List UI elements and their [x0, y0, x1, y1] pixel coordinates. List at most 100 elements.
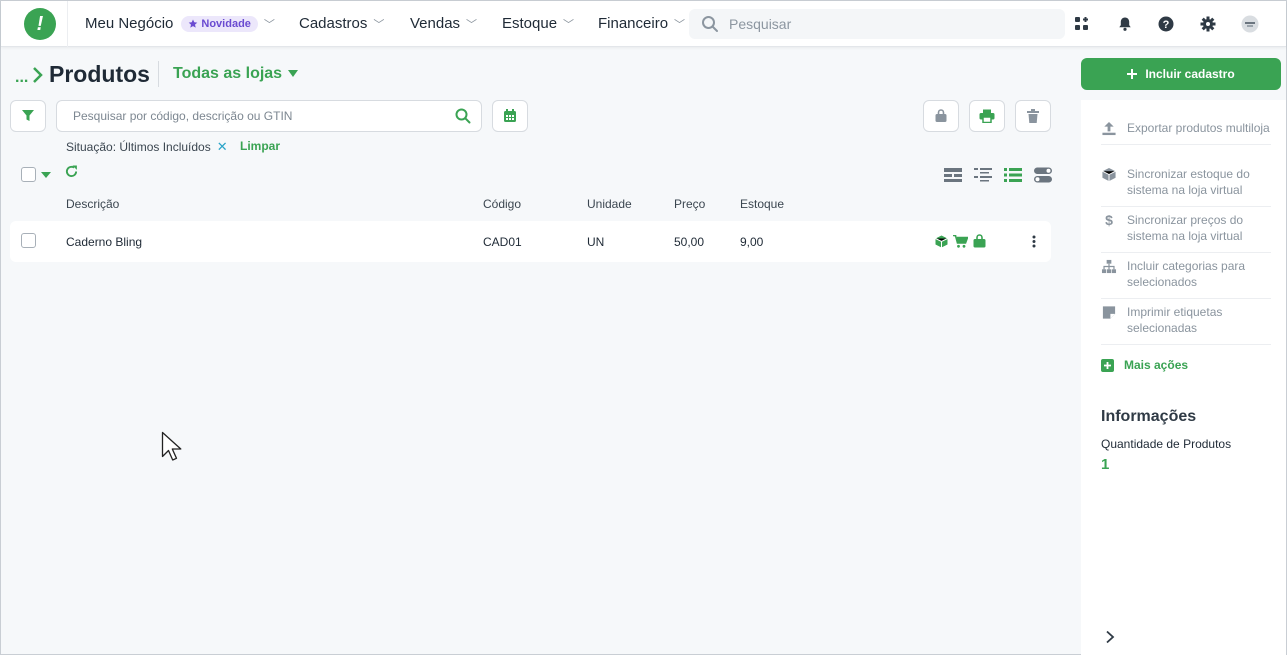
- printer-icon: [979, 109, 995, 123]
- action-sync-stock-label: Sincronizar estoque do sistema na loja v…: [1127, 167, 1250, 197]
- product-search[interactable]: [56, 100, 482, 132]
- action-sync-stock[interactable]: Sincronizar estoque do sistema na loja v…: [1101, 166, 1271, 207]
- apps-add-icon[interactable]: [1072, 14, 1092, 34]
- nav-cadastros[interactable]: Cadastros ﹀: [299, 15, 384, 32]
- action-add-categories[interactable]: Incluir categorias para selecionados: [1101, 258, 1271, 299]
- product-count-value: 1: [1101, 456, 1110, 473]
- active-filter-label: Situação: Últimos Incluídos: [66, 140, 211, 154]
- more-actions-button[interactable]: Mais ações: [1101, 358, 1188, 372]
- product-count-label: Quantidade de Produtos: [1101, 437, 1232, 451]
- plus-square-icon: [1101, 358, 1114, 372]
- shop-bag-button[interactable]: [923, 100, 959, 132]
- column-header-estoque[interactable]: Estoque: [740, 197, 784, 211]
- avatar[interactable]: [1240, 14, 1260, 34]
- title-divider: [158, 61, 159, 87]
- column-header-codigo[interactable]: Código: [483, 197, 521, 211]
- help-icon[interactable]: ?: [1156, 14, 1176, 34]
- column-header-preco[interactable]: Preço: [674, 197, 705, 211]
- bag-status-icon: [973, 234, 986, 248]
- action-sync-prices[interactable]: $ Sincronizar preços do sistema na loja …: [1101, 212, 1271, 253]
- global-search[interactable]: [689, 9, 1065, 39]
- calendar-icon: [504, 109, 516, 122]
- print-button[interactable]: [969, 100, 1005, 132]
- active-filter-tag: Situação: Últimos Incluídos ✕: [66, 139, 228, 155]
- gear-icon[interactable]: [1198, 14, 1218, 34]
- plus-icon: [1127, 69, 1138, 79]
- toggle-icon[interactable]: [1034, 167, 1052, 183]
- row-checkbox[interactable]: [21, 233, 36, 248]
- chevron-right-icon: [33, 67, 44, 83]
- cart-status-icon: [953, 235, 968, 248]
- star-icon: [189, 19, 198, 28]
- action-print-labels-label: Imprimir etiquetas selecionadas: [1127, 305, 1223, 335]
- search-icon[interactable]: [455, 108, 471, 124]
- chevron-down-icon: ﹀: [466, 18, 478, 31]
- date-filter-button[interactable]: [492, 100, 528, 132]
- box-status-icon: [935, 235, 948, 248]
- store-selector[interactable]: Todas as lojas: [173, 65, 299, 83]
- table-row[interactable]: Caderno Bling CAD01 UN 50,00 9,00: [10, 221, 1051, 262]
- cell-estoque: 9,00: [740, 235, 764, 249]
- nav-estoque-label: Estoque: [502, 15, 558, 32]
- bling-logo[interactable]: !: [24, 8, 56, 40]
- add-product-button[interactable]: Incluir cadastro: [1081, 58, 1281, 90]
- bell-icon[interactable]: [1115, 14, 1135, 34]
- clear-filters-link[interactable]: Limpar: [240, 139, 280, 153]
- info-title: Informações: [1101, 408, 1197, 425]
- hierarchy-icon: [1101, 259, 1117, 274]
- logo-divider: [67, 1, 68, 47]
- column-header-unidade[interactable]: Unidade: [587, 197, 632, 211]
- dollar-icon: $: [1105, 212, 1113, 228]
- actions-panel: Exportar produtos multiloja Sincronizar …: [1081, 100, 1286, 655]
- cell-descricao[interactable]: Caderno Bling: [66, 235, 142, 249]
- refresh-icon[interactable]: [65, 165, 78, 178]
- novidade-badge-label: Novidade: [201, 17, 251, 30]
- column-header-descricao[interactable]: Descrição: [66, 197, 119, 211]
- caret-down-icon: [288, 70, 299, 77]
- cell-codigo: CAD01: [483, 235, 522, 249]
- add-product-button-label: Incluir cadastro: [1145, 67, 1235, 81]
- view-list-icon[interactable]: [1004, 167, 1022, 183]
- chevron-right-icon[interactable]: [1105, 630, 1115, 644]
- mouse-cursor-icon: [161, 431, 182, 461]
- chevron-down-icon: ﹀: [563, 18, 575, 31]
- more-vertical-icon[interactable]: [1032, 235, 1036, 248]
- store-selector-label: Todas as lojas: [173, 65, 283, 82]
- nav-meu-negocio[interactable]: Meu Negócio Novidade ﹀: [85, 15, 275, 32]
- more-actions-label: Mais ações: [1124, 358, 1189, 372]
- action-add-categories-label: Incluir categorias para selecionados: [1127, 259, 1246, 289]
- nav-vendas-label: Vendas: [410, 15, 461, 32]
- upload-icon: [1102, 121, 1116, 136]
- nav-cadastros-label: Cadastros: [299, 15, 368, 32]
- select-all-checkbox[interactable]: [21, 167, 36, 182]
- caret-down-icon[interactable]: [41, 172, 51, 178]
- view-detail-list-icon[interactable]: [974, 167, 992, 183]
- global-search-input[interactable]: [729, 16, 1049, 32]
- chevron-down-icon: ﹀: [674, 18, 686, 31]
- label-icon: [1102, 306, 1116, 319]
- nav-estoque[interactable]: Estoque ﹀: [502, 15, 574, 32]
- view-compact-icon[interactable]: [944, 167, 962, 183]
- search-icon: [702, 16, 718, 32]
- bag-icon: [935, 109, 947, 122]
- action-print-labels[interactable]: Imprimir etiquetas selecionadas: [1101, 304, 1271, 345]
- top-navbar: ! Meu Negócio Novidade ﹀ Cadastros ﹀ Ven…: [1, 1, 1286, 47]
- nav-financeiro[interactable]: Financeiro ﹀: [598, 15, 685, 32]
- action-export-multiloja[interactable]: Exportar produtos multiloja: [1101, 120, 1271, 145]
- nav-financeiro-label: Financeiro: [598, 15, 669, 32]
- delete-button[interactable]: [1015, 100, 1051, 132]
- novidade-badge: Novidade: [181, 15, 258, 32]
- nav-vendas[interactable]: Vendas ﹀: [410, 15, 477, 32]
- funnel-icon: [22, 110, 34, 121]
- action-sync-prices-label: Sincronizar preços do sistema na loja vi…: [1127, 213, 1244, 243]
- breadcrumb[interactable]: ...: [15, 63, 44, 87]
- svg-text:$: $: [1105, 212, 1113, 228]
- filter-button[interactable]: [10, 100, 46, 132]
- product-search-input[interactable]: [73, 109, 455, 123]
- cell-preco: 50,00: [674, 235, 705, 249]
- nav-meu-negocio-label: Meu Negócio: [85, 15, 174, 32]
- close-icon[interactable]: ✕: [217, 139, 228, 155]
- trash-icon: [1027, 109, 1039, 123]
- cell-unidade: UN: [587, 235, 605, 249]
- chevron-down-icon: ﹀: [263, 18, 275, 31]
